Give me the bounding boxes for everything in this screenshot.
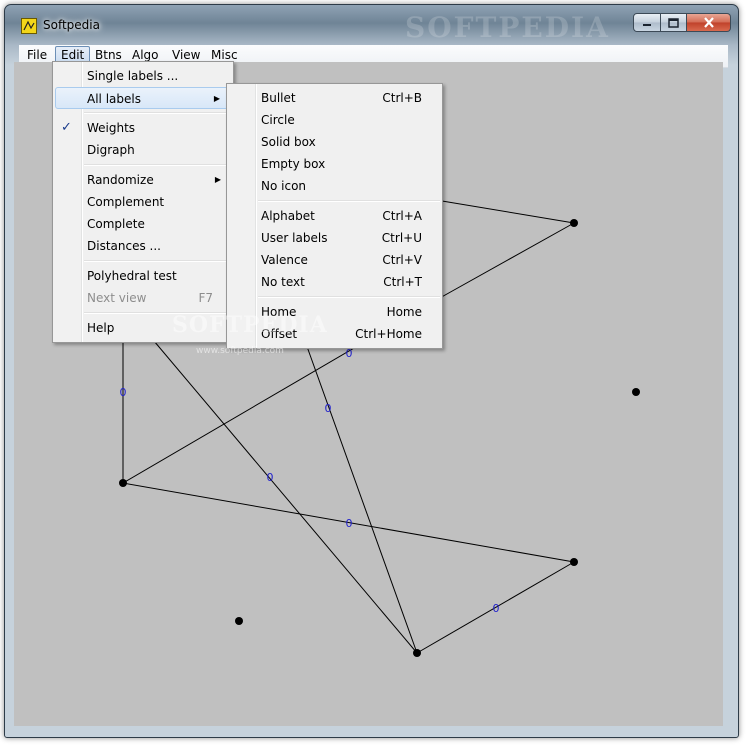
menu-item-single-labels[interactable]: Single labels ... xyxy=(55,65,231,87)
menu-item-shortcut: Ctrl+B xyxy=(382,91,422,105)
menu-item-label: Alphabet xyxy=(261,209,315,223)
menu-item-shortcut: Ctrl+U xyxy=(381,231,422,245)
window-title: Softpedia xyxy=(43,18,100,32)
softpedia-watermark-url: www.softpedia.com xyxy=(196,346,284,356)
graph-vertex[interactable] xyxy=(632,388,640,396)
menu-item-shortcut: F7 xyxy=(198,291,213,305)
app-logo-icon[interactable] xyxy=(21,18,37,34)
menu-item-label: Bullet xyxy=(261,91,296,105)
menu-item-label: All labels xyxy=(87,92,141,106)
close-icon xyxy=(687,14,730,31)
menu-item-label: Help xyxy=(87,321,115,335)
menu-item-shortcut: Ctrl+T xyxy=(383,275,422,289)
menu-item-label: Complement xyxy=(87,195,165,209)
menu-item-label: Polyhedral test xyxy=(87,269,177,283)
graph-edge[interactable] xyxy=(429,198,575,224)
menu-item-label: No text xyxy=(261,275,305,289)
menu-item-distances[interactable]: Distances ... xyxy=(55,235,231,257)
minimize-icon xyxy=(634,14,660,31)
menu-item-shortcut: Ctrl+V xyxy=(382,253,422,267)
menu-item-label: No icon xyxy=(261,179,307,193)
menu-item-polyhedral-test[interactable]: Polyhedral test xyxy=(55,265,231,287)
menu-item-label: Digraph xyxy=(87,143,135,157)
menu-item-label: Randomize xyxy=(87,173,154,187)
maximize-icon xyxy=(661,14,686,31)
menu-item-randomize[interactable]: Randomize ▶ xyxy=(55,169,231,191)
submenu-item-bullet[interactable]: Bullet Ctrl+B xyxy=(229,87,440,109)
maximize-button[interactable] xyxy=(661,13,687,32)
submenu-item-solid-box[interactable]: Solid box xyxy=(229,131,440,153)
graph-edge[interactable] xyxy=(304,340,418,654)
edge-weight-label: 0 xyxy=(120,386,127,399)
menu-item-label: Weights xyxy=(87,121,136,135)
submenu-item-empty-box[interactable]: Empty box xyxy=(229,153,440,175)
menu-item-complement[interactable]: Complement xyxy=(55,191,231,213)
submenu-arrow-icon: ▶ xyxy=(214,175,221,184)
menu-separator xyxy=(84,260,231,262)
submenu-item-circle[interactable]: Circle xyxy=(229,109,440,131)
menu-item-label: Single labels ... xyxy=(87,69,179,83)
menu-item-label: Empty box xyxy=(261,157,326,171)
all-labels-submenu: Bullet Ctrl+B Circle Solid box Empty box… xyxy=(226,83,443,349)
menu-item-label: User labels xyxy=(261,231,328,245)
menu-separator xyxy=(84,164,231,166)
close-button[interactable] xyxy=(687,13,731,32)
menu-item-label: Solid box xyxy=(261,135,316,149)
graph-vertex[interactable] xyxy=(413,649,421,657)
submenu-item-no-icon[interactable]: No icon xyxy=(229,175,440,197)
menu-item-shortcut: Ctrl+A xyxy=(382,209,422,223)
menu-item-label: Complete xyxy=(87,217,145,231)
menu-item-next-view: Next view F7 xyxy=(55,287,231,309)
menu-item-label: Circle xyxy=(261,113,295,127)
submenu-item-user-labels[interactable]: User labels Ctrl+U xyxy=(229,227,440,249)
softpedia-watermark: SOFTPEDIA xyxy=(172,312,328,338)
caption-buttons xyxy=(633,13,731,33)
checkmark-icon: ✓ xyxy=(61,120,72,135)
menu-item-label: Distances ... xyxy=(87,239,161,253)
submenu-arrow-icon: ▶ xyxy=(213,94,220,103)
edge-weight-label: 0 xyxy=(346,517,353,530)
menu-item-shortcut: Ctrl+Home xyxy=(355,327,422,341)
title-watermark: SOFTPEDIA xyxy=(405,11,610,44)
menu-separator xyxy=(84,112,231,114)
menu-item-digraph[interactable]: Digraph xyxy=(55,139,231,161)
edge-weight-label: 0 xyxy=(493,602,500,615)
menu-separator xyxy=(258,296,440,298)
submenu-item-no-text[interactable]: No text Ctrl+T xyxy=(229,271,440,293)
minimize-button[interactable] xyxy=(633,13,661,32)
edge-weight-label: 0 xyxy=(267,471,274,484)
menu-item-all-labels[interactable]: All labels ▶ xyxy=(55,87,231,109)
menu-item-label: Valence xyxy=(261,253,308,267)
menu-separator xyxy=(258,200,440,202)
graph-vertex[interactable] xyxy=(570,558,578,566)
title-bar[interactable]: Softpedia SOFTPEDIA xyxy=(5,5,738,44)
edit-menu: Single labels ... All labels ▶ ✓ Weights… xyxy=(52,61,234,343)
menu-item-weights[interactable]: ✓ Weights xyxy=(55,117,231,139)
submenu-item-alphabet[interactable]: Alphabet Ctrl+A xyxy=(229,205,440,227)
graph-vertex[interactable] xyxy=(119,479,127,487)
menu-item-shortcut: Home xyxy=(386,305,422,319)
graph-edge[interactable] xyxy=(437,222,575,300)
edge-weight-label: 0 xyxy=(325,402,332,415)
menu-item-complete[interactable]: Complete xyxy=(55,213,231,235)
menu-item-label: Next view xyxy=(87,291,147,305)
graph-vertex[interactable] xyxy=(570,219,578,227)
submenu-item-valence[interactable]: Valence Ctrl+V xyxy=(229,249,440,271)
graph-vertex[interactable] xyxy=(235,617,243,625)
